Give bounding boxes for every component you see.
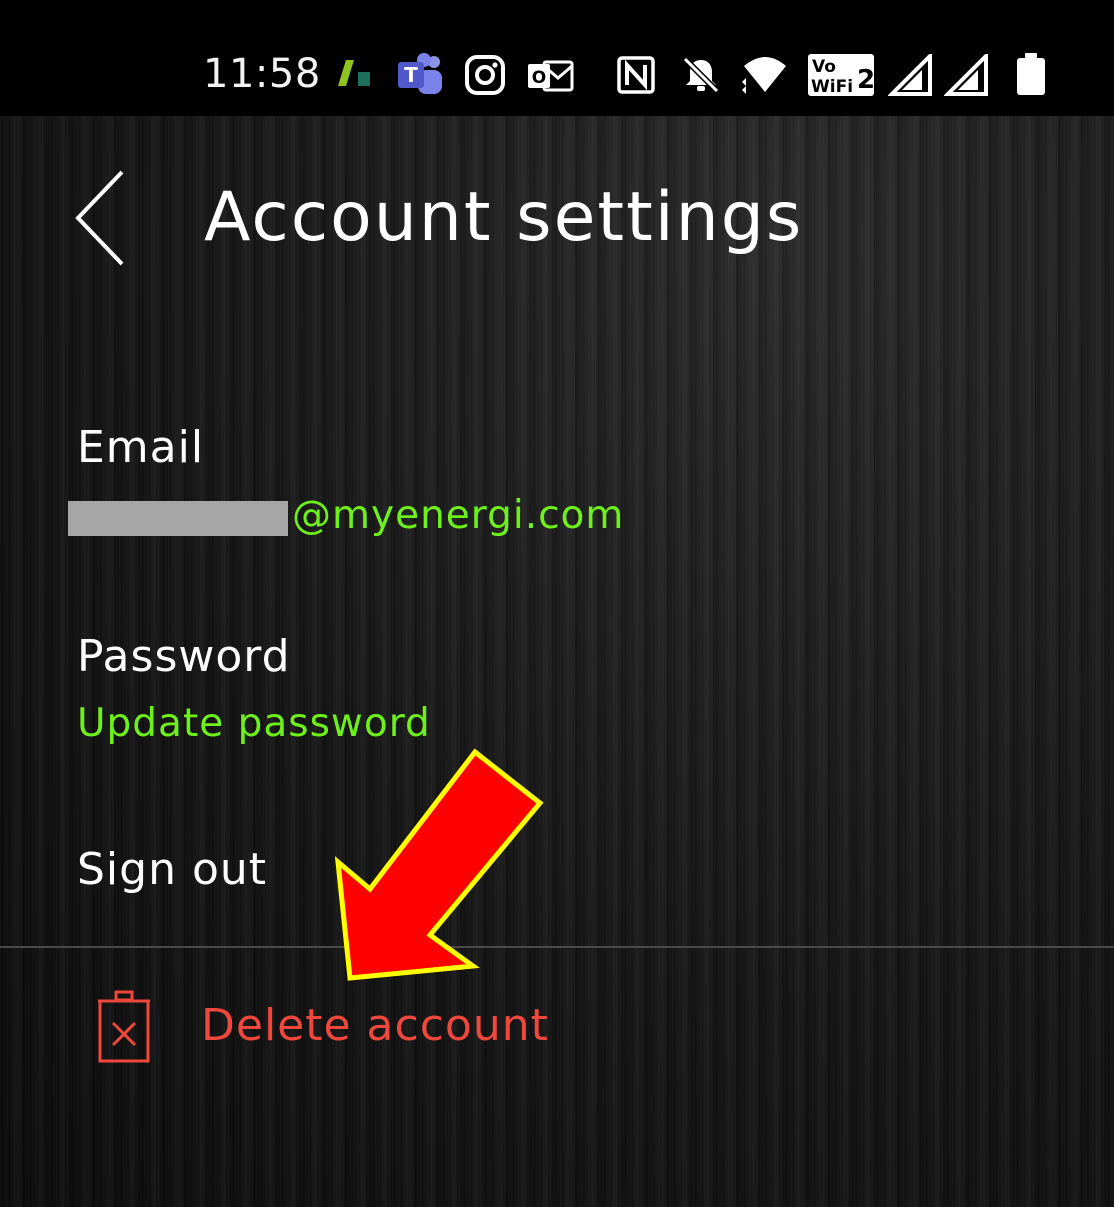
back-button[interactable] [60, 160, 140, 275]
instagram-icon [465, 55, 505, 95]
app-icon [338, 60, 370, 86]
chevron-left-icon [75, 170, 124, 265]
teams-icon: T [398, 53, 442, 94]
annotation-arrow-icon [334, 748, 544, 981]
sign-out-button[interactable]: Sign out [77, 844, 267, 896]
vowifi-bottom-text: WiFi [811, 77, 853, 97]
trash-icon [98, 990, 150, 1063]
page-title: Account settings [204, 178, 804, 257]
vowifi-icon: Vo WiFi 2 [808, 54, 875, 97]
signal-icon [944, 54, 988, 96]
battery-icon [1017, 53, 1045, 95]
teams-letter: T [404, 63, 418, 87]
email-label: Email [77, 422, 205, 473]
email-value: @myenergi.com [292, 493, 625, 538]
email-redaction [68, 501, 288, 536]
outlook-letter: O [532, 68, 546, 88]
vowifi-number-text: 2 [857, 65, 875, 95]
vowifi-top-text: Vo [812, 57, 836, 77]
password-label: Password [77, 631, 291, 682]
delete-account-button[interactable]: Delete account [60, 980, 580, 1075]
mute-bell-icon [682, 56, 720, 94]
status-time: 11:58 [203, 51, 321, 97]
wifi-icon [742, 57, 786, 94]
app-screen: 11:58 T O Vo WiFi 2 Account settings Ema… [0, 0, 1114, 1207]
update-password-link[interactable]: Update password [77, 701, 431, 747]
signal-icon [888, 54, 932, 96]
nfc-icon [617, 56, 655, 94]
divider [0, 946, 1114, 948]
outlook-icon: O [528, 60, 574, 92]
delete-account-label: Delete account [201, 1000, 549, 1051]
status-bar: 11:58 T O Vo WiFi 2 [0, 0, 1114, 116]
